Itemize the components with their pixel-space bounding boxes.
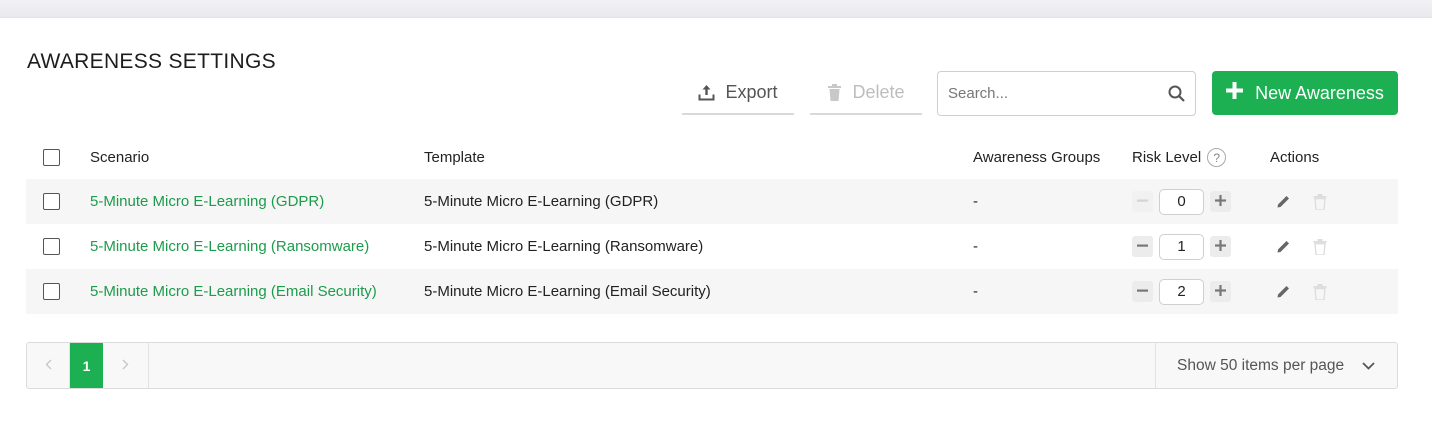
page-number-button[interactable]: 1 xyxy=(70,343,103,388)
increase-button[interactable] xyxy=(1210,236,1231,257)
trash-icon[interactable] xyxy=(1313,238,1327,255)
items-per-page-select[interactable]: Show 50 items per page xyxy=(1155,343,1397,388)
risk-level-value[interactable]: 0 xyxy=(1159,188,1204,215)
decrease-button[interactable] xyxy=(1132,281,1153,302)
pagination-bar: 1 Show 50 items per page xyxy=(26,342,1398,389)
scenario-link[interactable]: 5-Minute Micro E-Learning (Email Securit… xyxy=(90,283,377,300)
decrease-button[interactable] xyxy=(1132,191,1153,212)
template-cell: 5-Minute Micro E-Learning (GDPR) xyxy=(424,193,659,210)
template-cell: 5-Minute Micro E-Learning (Ransomware) xyxy=(424,238,704,255)
items-per-page-label: Show 50 items per page xyxy=(1177,356,1345,374)
increase-button[interactable] xyxy=(1210,191,1231,212)
risk-level-value[interactable]: 1 xyxy=(1159,233,1204,260)
search-icon[interactable] xyxy=(1168,85,1185,107)
plus-icon xyxy=(1215,238,1226,255)
template-cell: 5-Minute Micro E-Learning (Email Securit… xyxy=(424,283,711,300)
trash-icon xyxy=(827,84,842,101)
delete-button[interactable]: Delete xyxy=(810,72,922,115)
risk-stepper: 2 xyxy=(1132,278,1231,305)
plus-icon xyxy=(1226,82,1244,104)
chevron-right-icon xyxy=(122,357,129,375)
header-risk-level: Risk Level xyxy=(1132,149,1202,166)
scenario-link[interactable]: 5-Minute Micro E-Learning (GDPR) xyxy=(90,193,324,210)
pencil-icon[interactable] xyxy=(1276,284,1291,299)
row-checkbox[interactable] xyxy=(43,283,60,300)
pencil-icon[interactable] xyxy=(1276,239,1291,254)
plus-icon xyxy=(1215,283,1226,300)
minus-icon xyxy=(1137,283,1148,300)
minus-icon xyxy=(1137,193,1148,210)
trash-icon[interactable] xyxy=(1313,193,1327,210)
increase-button[interactable] xyxy=(1210,281,1231,302)
groups-cell: - xyxy=(973,238,978,255)
select-all-checkbox[interactable] xyxy=(43,149,60,166)
risk-level-value[interactable]: 2 xyxy=(1159,278,1204,305)
previous-page-button[interactable] xyxy=(27,343,70,388)
pencil-icon[interactable] xyxy=(1276,194,1291,209)
table-row: 5-Minute Micro E-Learning (GDPR) 5-Minut… xyxy=(26,179,1398,224)
minus-icon xyxy=(1137,238,1148,255)
upload-icon xyxy=(698,84,715,101)
groups-cell: - xyxy=(973,283,978,300)
page-title: AWARENESS SETTINGS xyxy=(27,50,276,73)
header-scenario: Scenario xyxy=(90,149,150,166)
next-page-button[interactable] xyxy=(103,343,149,388)
table-row: 5-Minute Micro E-Learning (Email Securit… xyxy=(26,269,1398,314)
awareness-table: Scenario Template Awareness Groups Risk … xyxy=(26,136,1398,314)
search-input[interactable] xyxy=(948,72,1163,115)
decrease-button[interactable] xyxy=(1132,236,1153,257)
search-box xyxy=(937,71,1196,116)
row-checkbox[interactable] xyxy=(43,238,60,255)
chevron-down-icon xyxy=(1362,357,1375,375)
table-row: 5-Minute Micro E-Learning (Ransomware) 5… xyxy=(26,224,1398,269)
help-icon[interactable]: ? xyxy=(1207,148,1227,167)
risk-stepper: 0 xyxy=(1132,188,1231,215)
header-awareness-groups: Awareness Groups xyxy=(973,149,1101,166)
plus-icon xyxy=(1215,193,1226,210)
chevron-left-icon xyxy=(45,357,52,375)
trash-icon[interactable] xyxy=(1313,283,1327,300)
header-template: Template xyxy=(424,149,485,166)
header-actions: Actions xyxy=(1270,149,1320,166)
groups-cell: - xyxy=(973,193,978,210)
scenario-link[interactable]: 5-Minute Micro E-Learning (Ransomware) xyxy=(90,238,369,255)
row-checkbox[interactable] xyxy=(43,193,60,210)
new-awareness-button[interactable]: New Awareness xyxy=(1212,71,1398,115)
risk-stepper: 1 xyxy=(1132,233,1231,260)
export-button[interactable]: Export xyxy=(682,72,794,115)
top-banner xyxy=(0,0,1432,18)
delete-label: Delete xyxy=(852,82,905,102)
export-label: Export xyxy=(725,82,778,102)
new-awareness-label: New Awareness xyxy=(1255,82,1384,103)
table-header-row: Scenario Template Awareness Groups Risk … xyxy=(26,136,1398,179)
